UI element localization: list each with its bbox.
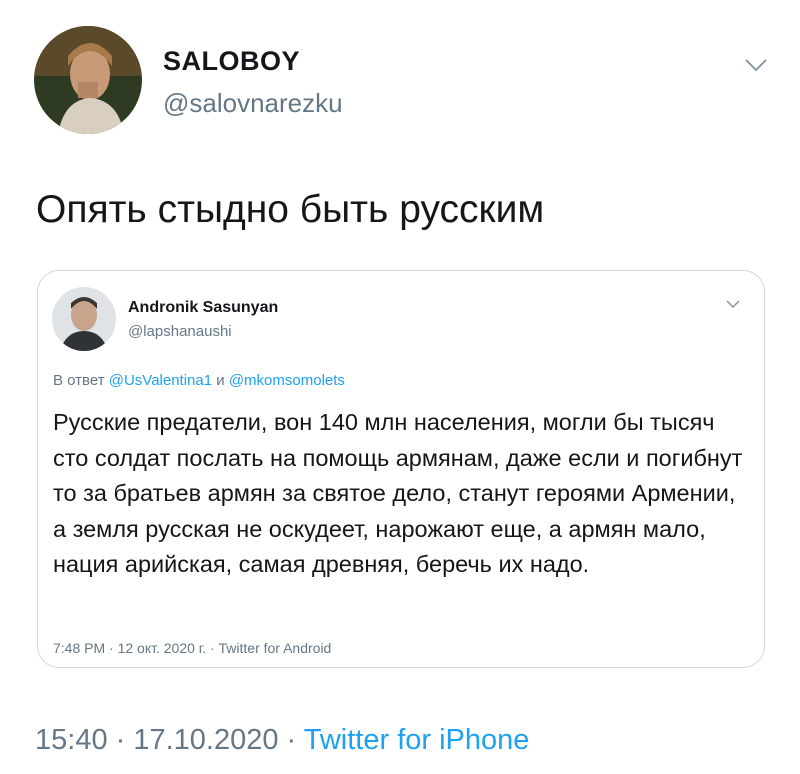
- chevron-down-icon[interactable]: [744, 58, 768, 72]
- quoted-tweet-meta: 7:48 PM · 12 окт. 2020 г. · Twitter for …: [53, 640, 332, 656]
- author-display-name[interactable]: SALOBOY: [163, 46, 300, 77]
- meta-separator: ·: [278, 724, 304, 756]
- quoted-chevron-down-icon[interactable]: [726, 300, 740, 309]
- tweet-source[interactable]: Twitter for iPhone: [304, 724, 530, 756]
- reply-conjunction: и: [216, 372, 225, 389]
- author-handle[interactable]: @salovnarezku: [163, 88, 343, 119]
- tweet-text: Опять стыдно быть русским: [36, 188, 545, 231]
- quoted-author-avatar[interactable]: [52, 287, 116, 351]
- reply-mention-1[interactable]: @UsValentina1: [109, 372, 212, 389]
- quoted-tweet-text: Русские предатели, вон 140 млн населения…: [53, 409, 743, 577]
- reply-context: В ответ @UsValentina1 и @mkomsomolets: [53, 372, 345, 389]
- tweet-meta: 15:40 · 17.10.2020 · Twitter for iPhone: [35, 724, 529, 757]
- quoted-author-handle[interactable]: @lapshanaushi: [128, 323, 232, 340]
- reply-mention-2[interactable]: @mkomsomolets: [229, 372, 345, 389]
- author-avatar[interactable]: [34, 26, 142, 134]
- quoted-author-display-name[interactable]: Andronik Sasunyan: [128, 299, 278, 317]
- tweet-timestamp[interactable]: 15:40 · 17.10.2020: [35, 724, 278, 756]
- reply-prefix: В ответ: [53, 372, 105, 389]
